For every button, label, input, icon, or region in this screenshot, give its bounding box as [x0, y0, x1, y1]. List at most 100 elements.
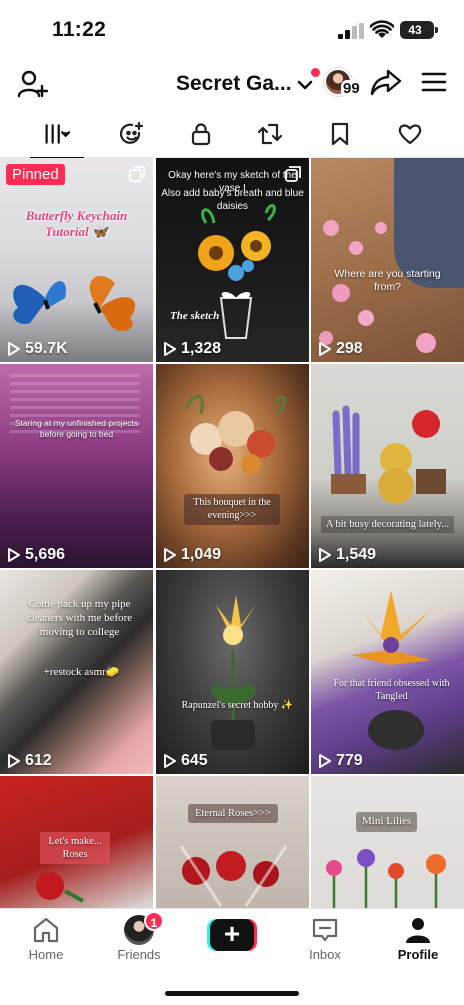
- tab-reposts[interactable]: [241, 110, 299, 158]
- video-tile[interactable]: Come pack up my pipe cleaners with me be…: [0, 570, 153, 774]
- bottom-navigation: Home 1 Friends + Inbox Profile: [0, 908, 464, 1005]
- shelf-decor-illustration: [331, 405, 446, 504]
- cellular-signal-icon: [338, 23, 364, 39]
- create-button[interactable]: +: [207, 919, 257, 951]
- video-caption: This bouquet in the evening>>>: [184, 494, 280, 525]
- nav-home-label: Home: [28, 947, 64, 962]
- video-tile[interactable]: Let's make... Roses: [0, 776, 153, 908]
- play-icon: [8, 754, 20, 768]
- heart-icon: [398, 124, 422, 145]
- story-count: 99: [341, 80, 362, 97]
- status-bar: 11:22 43: [0, 0, 464, 60]
- butterfly-illustration: [13, 275, 136, 332]
- view-count-value: 5,696: [25, 546, 66, 563]
- video-tile[interactable]: Eternal Roses>>>: [156, 776, 309, 908]
- video-tile[interactable]: Mini Lilies: [311, 776, 464, 908]
- video-tile[interactable]: For that friend obsessed with Tangled 77…: [311, 570, 464, 774]
- play-icon: [8, 342, 20, 356]
- profile-tabs: [0, 110, 464, 159]
- play-icon: [8, 548, 20, 562]
- battery-cap: [435, 27, 438, 33]
- video-tile[interactable]: Where are you starting from? 298: [311, 158, 464, 362]
- video-caption: Rapunzel's secret hobby ✨: [181, 700, 294, 711]
- battery-indicator: 43: [400, 21, 438, 39]
- view-count: 5,696: [7, 546, 65, 564]
- nav-friends[interactable]: 1 Friends: [104, 911, 174, 962]
- video-caption: Butterfly Keychain Tutorial 🦋: [25, 208, 128, 240]
- status-time: 11:22: [52, 18, 107, 41]
- view-count-value: 298: [336, 340, 363, 357]
- video-tile[interactable]: Pinned Butterfly Keychain Tutorial 🦋 59.…: [0, 158, 153, 362]
- view-count: 298: [318, 340, 363, 358]
- wifi-icon: [370, 20, 394, 38]
- view-count-value: 1,549: [336, 546, 377, 563]
- play-icon: [319, 342, 331, 356]
- lily-lamp-illustration: [210, 595, 256, 750]
- multi-video-icon: [129, 166, 145, 182]
- video-caption: Eternal Roses>>>: [188, 804, 278, 824]
- tab-private[interactable]: [172, 110, 230, 158]
- view-count: 612: [7, 752, 52, 770]
- play-icon: [319, 548, 331, 562]
- add-user-icon[interactable]: [16, 68, 48, 100]
- profile-title: Secret Ga...: [176, 72, 292, 95]
- view-count-value: 59.7K: [25, 340, 68, 357]
- tab-favorites-ai[interactable]: [103, 110, 161, 158]
- view-count-value: 612: [25, 752, 52, 769]
- home-indicator: [165, 991, 299, 996]
- nav-profile[interactable]: Profile: [383, 915, 453, 962]
- view-count: 1,549: [318, 546, 376, 564]
- share-icon[interactable]: [370, 66, 402, 98]
- rose-illustration: [36, 872, 84, 903]
- nav-inbox[interactable]: Inbox: [290, 915, 360, 962]
- video-caption: The sketch: [170, 310, 220, 322]
- video-caption-sub: +restock asmr🧽: [43, 666, 120, 678]
- pinned-badge: Pinned: [6, 164, 65, 185]
- nav-friends-label: Friends: [117, 947, 161, 962]
- roses-bouquet-illustration: [179, 845, 288, 907]
- view-count-value: 1,328: [181, 340, 222, 357]
- bouquet-illustration: [184, 395, 286, 474]
- video-tile[interactable]: Staring at my unfinished projects before…: [0, 364, 153, 568]
- video-caption: Where are you starting from?: [334, 268, 441, 294]
- view-count: 1,328: [163, 340, 221, 358]
- view-count-value: 1,049: [181, 546, 222, 563]
- tab-liked[interactable]: [381, 110, 439, 158]
- home-icon: [33, 917, 59, 943]
- nav-inbox-label: Inbox: [309, 947, 341, 962]
- play-icon: [164, 548, 176, 562]
- chevron-down-icon: [297, 80, 312, 90]
- video-caption-sub: Also add baby's breath and blue daisies: [161, 188, 304, 212]
- tab-saved[interactable]: [311, 110, 369, 158]
- menu-icon[interactable]: [420, 68, 448, 96]
- nav-profile-label: Profile: [397, 947, 439, 962]
- view-count: 1,049: [163, 546, 221, 564]
- play-icon: [164, 342, 176, 356]
- account-switcher[interactable]: Secret Ga...: [176, 68, 314, 100]
- plus-icon: +: [210, 919, 254, 951]
- video-caption: Staring at my unfinished projects before…: [14, 418, 139, 439]
- nav-home[interactable]: Home: [11, 915, 81, 962]
- video-tile[interactable]: A bit busy decorating lately... 1,549: [311, 364, 464, 568]
- video-tile[interactable]: This bouquet in the evening>>> 1,049: [156, 364, 309, 568]
- video-tile[interactable]: Okay here's my sketch of the vase I Also…: [156, 158, 309, 362]
- view-count: 779: [318, 752, 363, 770]
- tab-videos[interactable]: [28, 110, 86, 159]
- video-caption: Come pack up my pipe cleaners with me be…: [26, 598, 133, 638]
- video-tile[interactable]: Rapunzel's secret hobby ✨ 645: [156, 570, 309, 774]
- video-caption: A bit busy decorating lately...: [321, 516, 454, 534]
- play-icon: [164, 754, 176, 768]
- video-caption: For that friend obsessed with Tangled: [333, 678, 450, 702]
- repost-icon: [257, 123, 283, 145]
- view-count-value: 779: [336, 752, 363, 769]
- lilies-illustration: [326, 849, 446, 908]
- multi-video-icon: [285, 166, 301, 182]
- battery-level: 43: [408, 23, 422, 37]
- view-count: 645: [163, 752, 208, 770]
- friends-badge: 1: [144, 911, 164, 931]
- profile-icon: [406, 918, 430, 943]
- view-count-value: 645: [181, 752, 208, 769]
- notification-dot: [311, 68, 320, 77]
- inbox-icon: [312, 918, 338, 942]
- bookmark-icon: [331, 122, 349, 146]
